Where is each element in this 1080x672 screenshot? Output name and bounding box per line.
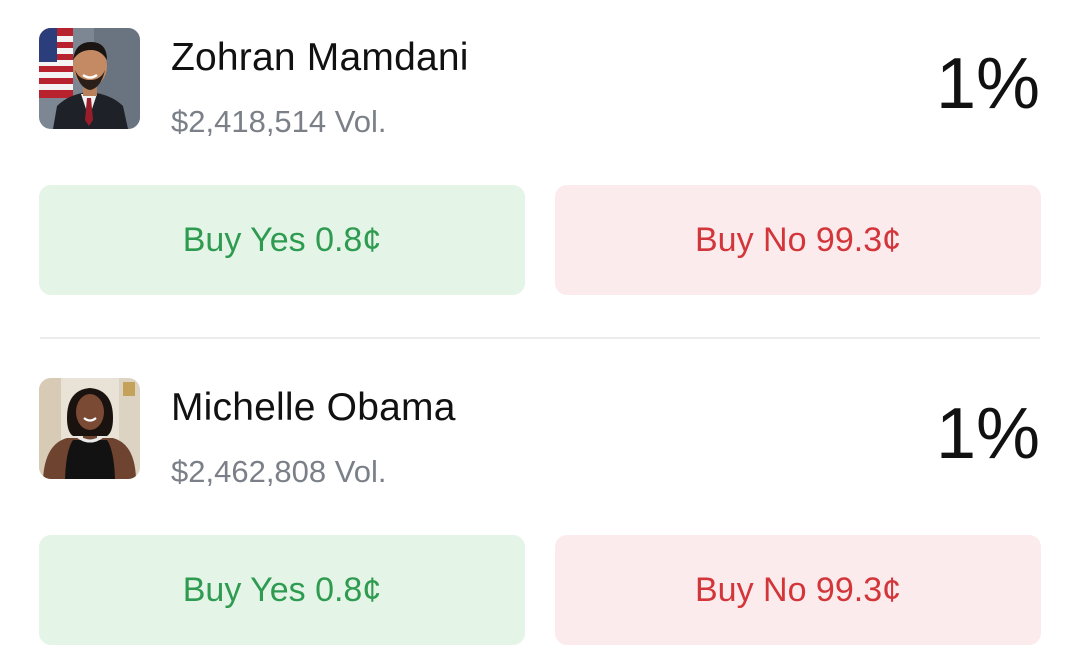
- buy-no-button[interactable]: Buy No 99.3¢: [555, 185, 1041, 295]
- probability-value: 1%: [935, 44, 1040, 124]
- probability-value: 1%: [935, 394, 1040, 474]
- candidate-name: Michelle Obama: [171, 386, 456, 429]
- portrait-woman-black-dress-icon: [39, 378, 140, 479]
- candidate-name: Zohran Mamdani: [171, 36, 469, 79]
- portrait-man-suit-flag-icon: [39, 28, 140, 129]
- candidate-avatar: [39, 378, 140, 479]
- market-row[interactable]: Zohran Mamdani $2,418,514 Vol. 1% Buy Ye…: [0, 0, 1080, 300]
- buy-yes-button[interactable]: Buy Yes 0.8¢: [39, 185, 525, 295]
- candidate-avatar: [39, 28, 140, 129]
- market-volume: $2,462,808 Vol.: [171, 454, 387, 489]
- buy-yes-button[interactable]: Buy Yes 0.8¢: [39, 535, 525, 645]
- market-row[interactable]: Michelle Obama $2,462,808 Vol. 1% Buy Ye…: [0, 350, 1080, 650]
- market-volume: $2,418,514 Vol.: [171, 104, 387, 139]
- buy-no-button[interactable]: Buy No 99.3¢: [555, 535, 1041, 645]
- divider: [40, 337, 1040, 339]
